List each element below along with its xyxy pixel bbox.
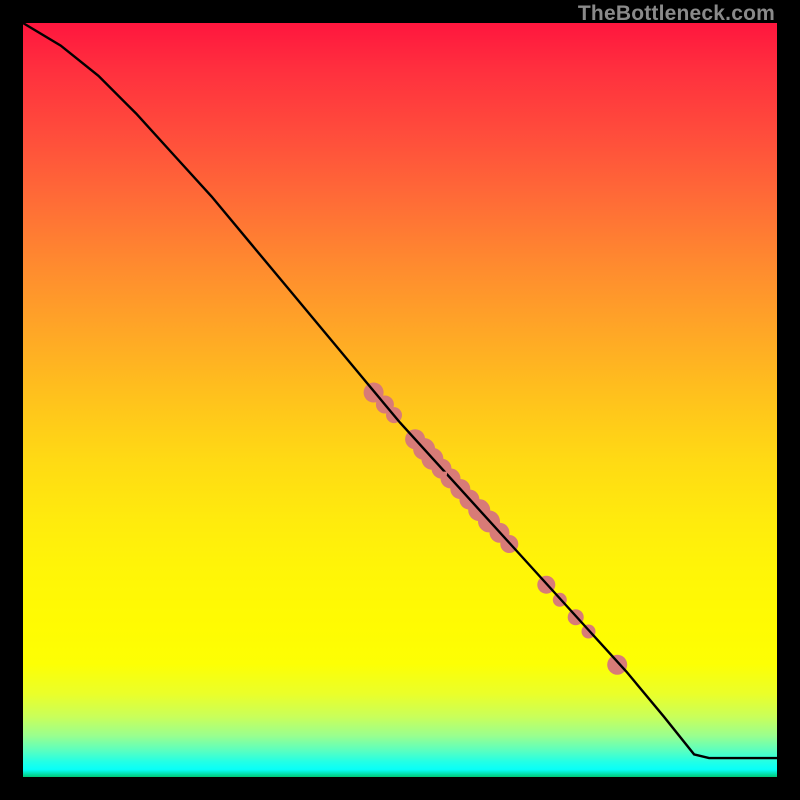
chart-overlay	[23, 23, 777, 777]
chart-curve	[23, 23, 777, 758]
chart-marker	[607, 655, 627, 675]
watermark-text: TheBottleneck.com	[578, 2, 775, 26]
